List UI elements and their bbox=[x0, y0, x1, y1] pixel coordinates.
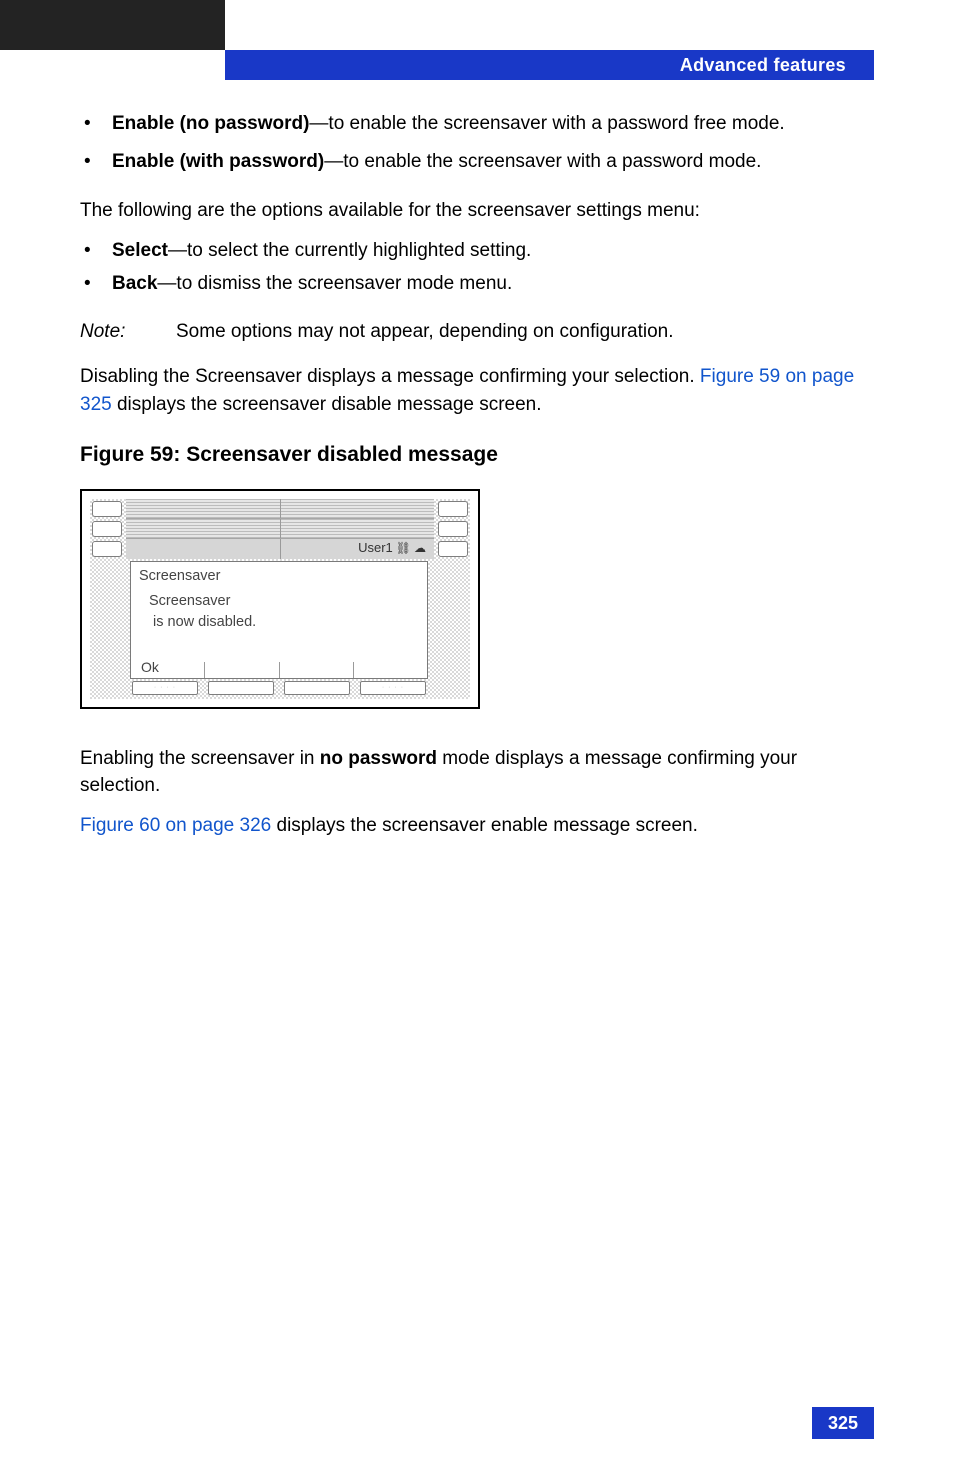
figure-caption: Figure 59: Screensaver disabled message bbox=[80, 440, 874, 470]
figure-msg-line2: is now disabled. bbox=[131, 612, 427, 633]
note-label: Note: bbox=[80, 318, 176, 346]
page-header: Advanced features bbox=[225, 50, 874, 80]
figure-60-link[interactable]: Figure 60 on page 326 bbox=[80, 815, 271, 836]
para-bold: no password bbox=[320, 748, 437, 769]
bullet-dot: • bbox=[80, 237, 112, 265]
bullet-item: • Enable (no password)—to enable the scr… bbox=[80, 110, 874, 138]
softkey-icon: · · · · bbox=[360, 681, 426, 695]
para-post: displays the screensaver enable message … bbox=[271, 815, 698, 836]
page-number: 325 bbox=[812, 1407, 874, 1439]
bullet-item: • Enable (with password)—to enable the s… bbox=[80, 148, 874, 176]
figure-59: User1 ⛓ ☁ Screensaver Screensaver i bbox=[80, 489, 480, 709]
bullet-bold: Select bbox=[112, 240, 168, 261]
bullet-dot: • bbox=[80, 148, 112, 176]
bullet-dot: • bbox=[80, 110, 112, 138]
para-pre: Enabling the screensaver in bbox=[80, 748, 320, 769]
softkey-separators bbox=[131, 662, 427, 678]
cloud-icon: ☁ bbox=[414, 539, 426, 557]
header-title: Advanced features bbox=[680, 55, 846, 76]
side-key-icon bbox=[92, 501, 122, 517]
note: Note: Some options may not appear, depen… bbox=[80, 318, 874, 346]
disable-paragraph: Disabling the Screensaver displays a mes… bbox=[80, 363, 874, 418]
figure-message-box: Screensaver Screensaver is now disabled.… bbox=[130, 561, 428, 679]
bullet-body: Enable (no password)—to enable the scree… bbox=[112, 110, 874, 138]
figure-60-paragraph: Figure 60 on page 326 displays the scree… bbox=[80, 812, 874, 840]
figure-user-text: User1 bbox=[358, 539, 393, 557]
bullet-body: Back—to dismiss the screensaver mode men… bbox=[112, 270, 874, 298]
side-key-icon bbox=[92, 521, 122, 537]
dark-sidebar-block bbox=[0, 0, 225, 50]
bullet-bold: Enable (with password) bbox=[112, 151, 324, 172]
side-key-icon bbox=[438, 521, 468, 537]
bullet-item: • Select—to select the currently highlig… bbox=[80, 237, 874, 265]
figure-softkeys: · · · · · · · · bbox=[132, 681, 426, 695]
softkey-icon bbox=[284, 681, 350, 695]
figure-msg-title: Screensaver bbox=[131, 562, 427, 591]
bullet-bold: Back bbox=[112, 273, 157, 294]
bullet-body: Select—to select the currently highlight… bbox=[112, 237, 874, 265]
options-intro: The following are the options available … bbox=[80, 197, 874, 225]
page-content: • Enable (no password)—to enable the scr… bbox=[80, 110, 874, 851]
softkey-icon: · · · · bbox=[132, 681, 198, 695]
side-key-icon bbox=[438, 501, 468, 517]
para-pre: Disabling the Screensaver displays a mes… bbox=[80, 366, 700, 387]
bullet-item: • Back—to dismiss the screensaver mode m… bbox=[80, 270, 874, 298]
softkey-icon bbox=[208, 681, 274, 695]
bullet-desc: —to enable the screensaver with a passwo… bbox=[324, 151, 761, 172]
side-key-icon bbox=[438, 541, 468, 557]
bullet-desc: —to enable the screensaver with a passwo… bbox=[309, 113, 784, 134]
figure-msg-line1: Screensaver bbox=[131, 591, 427, 612]
para-post: displays the screensaver disable message… bbox=[112, 394, 542, 415]
bullet-dot: • bbox=[80, 270, 112, 298]
bullet-body: Enable (with password)—to enable the scr… bbox=[112, 148, 874, 176]
note-text: Some options may not appear, depending o… bbox=[176, 318, 874, 346]
bullet-desc: —to dismiss the screensaver mode menu. bbox=[157, 273, 512, 294]
chain-icon: ⛓ bbox=[396, 539, 411, 557]
figure-user-label: User1 ⛓ ☁ bbox=[354, 539, 430, 557]
bullet-desc: —to select the currently highlighted set… bbox=[168, 240, 531, 261]
side-key-icon bbox=[92, 541, 122, 557]
enable-paragraph: Enabling the screensaver in no password … bbox=[80, 745, 874, 800]
figure-header-area: User1 ⛓ ☁ bbox=[126, 499, 434, 559]
bullet-bold: Enable (no password) bbox=[112, 113, 309, 134]
